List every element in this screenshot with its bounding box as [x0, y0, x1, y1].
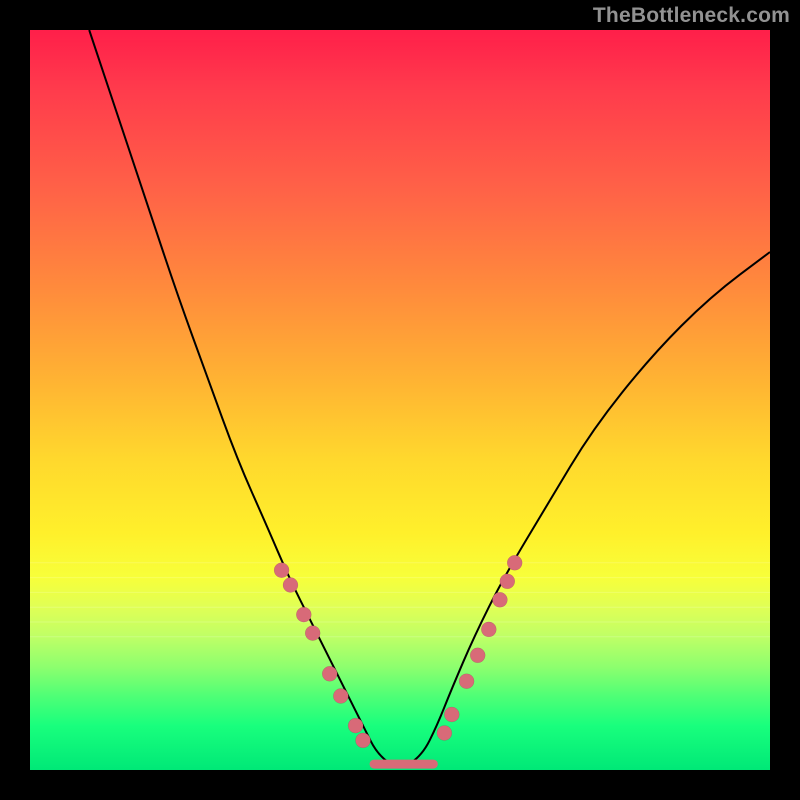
- chart-frame: TheBottleneck.com: [0, 0, 800, 800]
- marker-dot: [274, 563, 289, 578]
- marker-dot: [507, 555, 522, 570]
- watermark-text: TheBottleneck.com: [593, 4, 790, 28]
- marker-dot: [305, 626, 320, 641]
- marker-dots-left: [274, 563, 370, 748]
- marker-dot: [437, 726, 452, 741]
- v-curve: [89, 30, 770, 766]
- horizontal-bands: [30, 563, 770, 637]
- plot-area: [30, 30, 770, 770]
- marker-dot: [470, 648, 485, 663]
- chart-svg: [30, 30, 770, 770]
- marker-dot: [348, 718, 363, 733]
- marker-dot: [481, 622, 496, 637]
- marker-dot: [356, 733, 371, 748]
- marker-dots-right: [437, 555, 522, 740]
- marker-dot: [322, 666, 337, 681]
- marker-dot: [283, 578, 298, 593]
- marker-dot: [492, 592, 507, 607]
- marker-dot: [500, 574, 515, 589]
- marker-dot: [444, 707, 459, 722]
- marker-dot: [296, 607, 311, 622]
- marker-dot: [459, 674, 474, 689]
- marker-dot: [333, 689, 348, 704]
